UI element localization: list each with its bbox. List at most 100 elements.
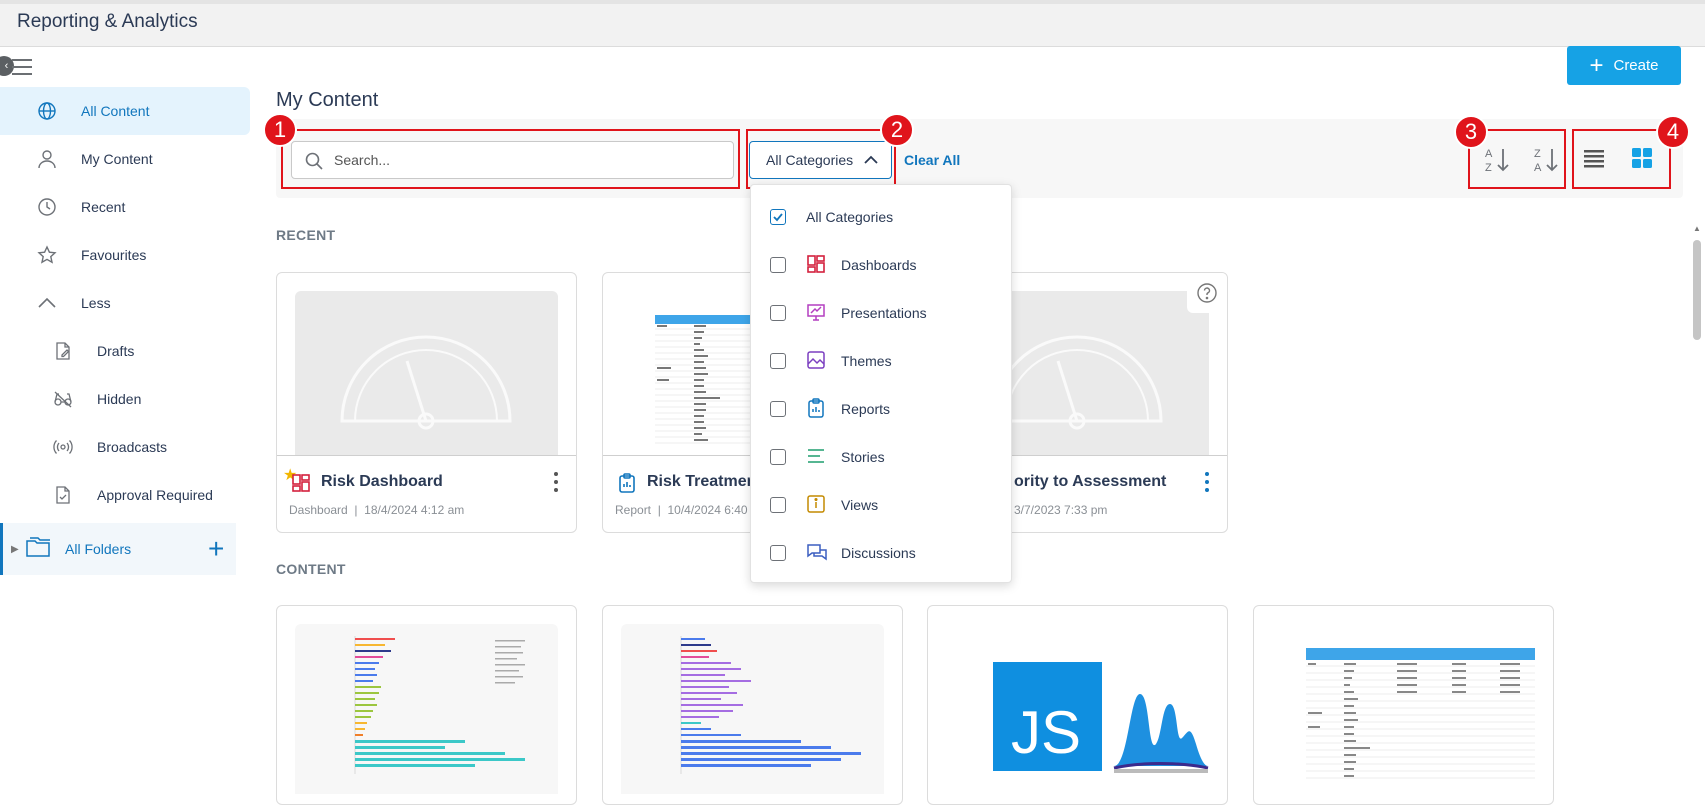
- caret-right-icon[interactable]: ▶: [11, 544, 19, 555]
- app-title: Reporting & Analytics: [17, 11, 198, 32]
- hamburger-menu-icon[interactable]: [12, 59, 32, 75]
- sidebar-item-all-content[interactable]: All Content: [0, 87, 250, 135]
- callout-badge-2: 2: [880, 113, 914, 147]
- card-thumbnail: [295, 624, 558, 794]
- dropdown-item-stories[interactable]: Stories: [751, 437, 1013, 477]
- sidebar-item-favourites[interactable]: Favourites: [0, 231, 250, 279]
- sidebar: All Content My Content Recent Favourites…: [0, 87, 250, 519]
- person-icon: [36, 148, 58, 170]
- card-meta: Dashboard | 18/4/2024 4:12 am: [289, 503, 465, 517]
- content-card[interactable]: [1253, 605, 1554, 805]
- dropdown-item-discussions[interactable]: Discussions: [751, 533, 1013, 573]
- checkbox[interactable]: [770, 545, 786, 561]
- globe-icon: [36, 100, 58, 122]
- sidebar-item-label: Recent: [81, 199, 126, 215]
- card-title[interactable]: Risk Dashboard: [321, 473, 443, 491]
- top-bar: Reporting & Analytics: [0, 0, 1705, 47]
- sidebar-item-my-content[interactable]: My Content: [0, 135, 250, 183]
- category-dropdown-menu: All Categories Dashboards Presentations …: [750, 184, 1012, 583]
- plus-icon: +: [1589, 51, 1604, 79]
- checkbox[interactable]: [770, 401, 786, 417]
- checkbox[interactable]: [770, 209, 786, 225]
- sidebar-item-all-folders[interactable]: ▶ All Folders +: [0, 523, 236, 575]
- report-table-preview: [1306, 648, 1535, 779]
- dropdown-item-views[interactable]: Views: [751, 485, 1013, 525]
- view-icon: [806, 494, 828, 516]
- dropdown-item-themes[interactable]: Themes: [751, 341, 1013, 381]
- sidebar-item-recent[interactable]: Recent: [0, 183, 250, 231]
- checkbox[interactable]: [770, 257, 786, 273]
- check-icon: [773, 213, 783, 222]
- checkbox[interactable]: [770, 305, 786, 321]
- story-icon: [806, 446, 828, 468]
- sidebar-item-label: All Content: [81, 103, 150, 119]
- card-title[interactable]: ority to Assessment: [1014, 473, 1166, 491]
- sidebar-item-broadcasts[interactable]: Broadcasts: [0, 423, 250, 471]
- bar-chart-preview: [680, 636, 861, 774]
- report-icon: [806, 398, 828, 420]
- sidebar-item-label: Drafts: [97, 343, 135, 359]
- dropdown-item-all-categories[interactable]: All Categories: [751, 197, 1013, 237]
- dropdown-item-label: Views: [841, 497, 879, 513]
- presentation-icon: [806, 302, 828, 324]
- dropdown-item-label: All Categories: [806, 209, 894, 225]
- card-meta: Report | 10/4/2024 6:40: [615, 503, 748, 517]
- callout-badge-4: 4: [1656, 115, 1690, 149]
- hidden-icon: [52, 388, 74, 410]
- draft-icon: [52, 340, 74, 362]
- sidebar-item-label: Hidden: [97, 391, 142, 407]
- sidebar-item-label: My Content: [81, 151, 153, 167]
- dropdown-item-label: Stories: [841, 449, 885, 465]
- bar-chart-preview: [354, 636, 525, 774]
- checkbox[interactable]: [770, 449, 786, 465]
- broadcast-icon: [52, 436, 74, 458]
- report-icon: [617, 473, 639, 495]
- help-icon[interactable]: [1187, 273, 1227, 313]
- add-folder-button[interactable]: +: [208, 533, 224, 565]
- gauge-placeholder-icon: [340, 335, 512, 430]
- dashboard-icon: [291, 473, 313, 495]
- dropdown-item-label: Presentations: [841, 305, 927, 321]
- dropdown-item-presentations[interactable]: Presentations: [751, 293, 1013, 333]
- content-card[interactable]: JS: [927, 605, 1228, 805]
- card-meta: 3/7/2023 7:33 pm: [1014, 503, 1108, 517]
- page-scrollbar[interactable]: ▲: [1690, 222, 1704, 791]
- dropdown-item-reports[interactable]: Reports: [751, 389, 1013, 429]
- callout-box-1: [281, 129, 740, 189]
- card-thumbnail: [295, 291, 558, 455]
- dashboard-icon: [806, 254, 828, 276]
- callout-badge-1: 1: [263, 113, 297, 147]
- sidebar-item-label: Favourites: [81, 247, 147, 263]
- sidebar-item-label: Less: [81, 295, 111, 311]
- create-button[interactable]: + Create: [1567, 46, 1681, 85]
- dropdown-item-dashboards[interactable]: Dashboards: [751, 245, 1013, 285]
- chevron-up-icon: [36, 292, 58, 314]
- callout-box-2: [746, 129, 896, 189]
- checkbox[interactable]: [770, 497, 786, 513]
- dropdown-item-label: Reports: [841, 401, 891, 417]
- card-thumbnail: [1272, 624, 1535, 794]
- dropdown-item-label: Discussions: [841, 545, 916, 561]
- folders-label: All Folders: [65, 541, 132, 557]
- callout-badge-3: 3: [1454, 115, 1488, 149]
- content-section-label: CONTENT: [276, 561, 346, 577]
- discussion-icon: [806, 542, 828, 564]
- approval-icon: [52, 484, 74, 506]
- card-title[interactable]: Risk Treatmen: [647, 473, 756, 491]
- create-label: Create: [1613, 57, 1659, 74]
- sidebar-item-drafts[interactable]: Drafts: [0, 327, 250, 375]
- content-card[interactable]: [276, 605, 577, 805]
- content-card[interactable]: ★ Risk Dashboard Dashboard | 18/4/2024 4…: [276, 272, 577, 533]
- dropdown-item-label: Dashboards: [841, 257, 917, 273]
- more-options-icon[interactable]: [554, 472, 560, 492]
- clock-icon: [36, 196, 58, 218]
- clear-all-link[interactable]: Clear All: [904, 152, 960, 168]
- js-logo: JS: [993, 662, 1102, 771]
- checkbox[interactable]: [770, 353, 786, 369]
- sidebar-item-less[interactable]: Less: [0, 279, 250, 327]
- sidebar-item-approval-required[interactable]: Approval Required: [0, 471, 250, 519]
- more-options-icon[interactable]: [1205, 472, 1211, 492]
- sidebar-item-hidden[interactable]: Hidden: [0, 375, 250, 423]
- content-card[interactable]: [602, 605, 903, 805]
- card-thumbnail: [621, 624, 884, 794]
